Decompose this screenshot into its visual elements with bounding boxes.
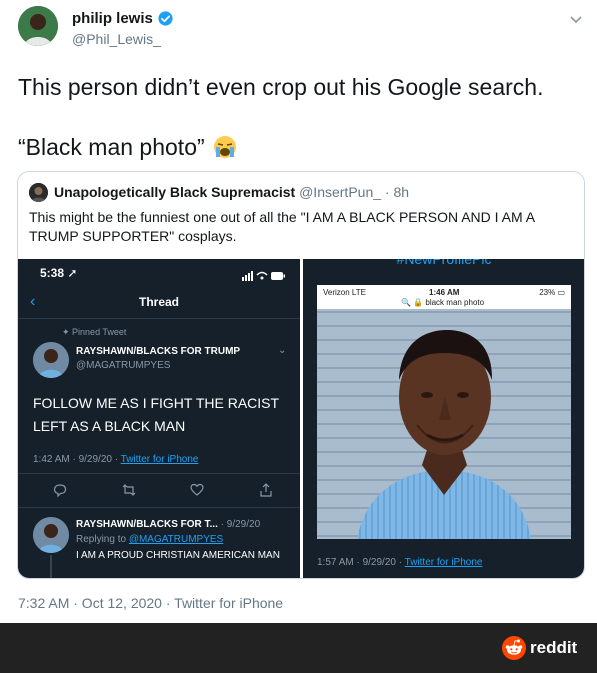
rayshawn-avatar bbox=[33, 342, 69, 378]
profile-pic-date: 1:57 AM · 9/29/20 · Twitter for iPhone bbox=[317, 557, 482, 568]
rayshawn-handle: @MAGATRUMPYES bbox=[76, 360, 171, 371]
heart-icon bbox=[190, 483, 204, 496]
status-time-text: 5:38 bbox=[40, 266, 65, 280]
thread-screenshot[interactable]: 5:38 ➚ ‹ Thread ✦ Pinned Tweet RAYSHAWN/… bbox=[18, 259, 300, 578]
reply-author-name: RAYSHAWN/BLACKS FOR T... bbox=[76, 519, 218, 530]
battery-text: 23% bbox=[539, 288, 556, 297]
tweet-line-1: This person didn’t even crop out his Goo… bbox=[18, 74, 544, 100]
author-name[interactable]: philip lewis bbox=[72, 10, 153, 27]
crying-face-icon bbox=[213, 136, 236, 158]
author-handle[interactable]: @Phil_Lewis_ bbox=[72, 31, 161, 47]
author-avatar[interactable] bbox=[18, 6, 58, 46]
chevron-down-icon[interactable] bbox=[569, 12, 583, 26]
battery: 23% ▭ bbox=[539, 288, 565, 297]
man-photo bbox=[317, 285, 571, 539]
reply-date: · 9/29/20 bbox=[217, 519, 261, 530]
pinned-label: ✦ Pinned Tweet bbox=[62, 327, 127, 337]
reply-text: I AM A PROUD CHRISTIAN AMERICAN MAN bbox=[76, 550, 280, 561]
tweet-line-2: “Black man photo” bbox=[18, 132, 578, 162]
rayshawn-tweet-date: 1:42 AM · 9/29/20 · Twitter for iPhone bbox=[33, 454, 198, 465]
quoted-author-row: Unapologetically Black Supremacist @Inse… bbox=[54, 184, 409, 200]
quoted-tweet-text: This might be the funniest one out of al… bbox=[29, 209, 535, 244]
reddit-wordmark: reddit bbox=[530, 638, 578, 657]
thread-line bbox=[50, 555, 52, 578]
author-name-row[interactable]: philip lewis bbox=[72, 10, 174, 27]
replying-handle: @MAGATRUMPYES bbox=[128, 534, 224, 545]
chevron-down-icon: ⌄ bbox=[278, 345, 287, 356]
replying-to: Replying to @MAGATRUMPYES bbox=[76, 534, 223, 545]
share-icon bbox=[260, 483, 272, 497]
reply-icon bbox=[53, 484, 67, 497]
replying-prefix: Replying to bbox=[76, 534, 129, 545]
search-query: black man photo bbox=[425, 298, 485, 307]
quoted-author-meta: @InsertPun_ · 8h bbox=[299, 184, 410, 200]
rayshawn-source: Twitter for iPhone bbox=[120, 454, 199, 465]
tweet-actions bbox=[53, 483, 273, 497]
quoted-author-name: Unapologetically Black Supremacist bbox=[54, 184, 296, 200]
status-time: 5:38 ➚ bbox=[40, 266, 78, 280]
carrier: Verizon LTE bbox=[323, 288, 366, 297]
tweet-timestamp[interactable]: 7:32 AM · Oct 12, 2020 · Twitter for iPh… bbox=[18, 595, 283, 611]
quoted-author-avatar bbox=[29, 183, 48, 202]
quoted-tweet[interactable]: Unapologetically Black Supremacist @Inse… bbox=[17, 171, 585, 579]
phone-screenshot: Verizon LTE 1:46 AM 23% ▭ 🔍 🔒 black man … bbox=[317, 285, 571, 539]
profile-pic-screenshot[interactable]: #NewProfilePic Verizon LTE 1:46 AM 23% ▭… bbox=[303, 259, 584, 578]
divider bbox=[18, 507, 300, 508]
rayshawn-tweet-text: FOLLOW ME AS I FIGHT THE RACIST LEFT AS … bbox=[33, 395, 279, 434]
tweet-line-2-text: “Black man photo” bbox=[18, 134, 205, 160]
retweet-icon bbox=[122, 484, 136, 496]
hashtag: #NewProfilePic bbox=[396, 259, 492, 267]
reply-avatar bbox=[33, 517, 69, 553]
profile-pic-source: Twitter for iPhone bbox=[404, 557, 483, 568]
tweet: philip lewis @Phil_Lewis_ This person di… bbox=[0, 0, 597, 623]
pinned-text: Pinned Tweet bbox=[72, 327, 127, 337]
reddit-logo-icon bbox=[502, 636, 526, 660]
profile-pic-date-text: 1:57 AM · 9/29/20 · bbox=[317, 557, 405, 568]
rayshawn-name: RAYSHAWN/BLACKS FOR TRUMP bbox=[76, 346, 241, 357]
search-bar: 🔍 🔒 black man photo bbox=[401, 298, 485, 307]
divider bbox=[18, 318, 300, 319]
phone-time: 1:46 AM bbox=[429, 288, 460, 297]
status-icons bbox=[242, 268, 286, 286]
reply-author: RAYSHAWN/BLACKS FOR T... · 9/29/20 bbox=[76, 519, 260, 530]
thread-title: Thread bbox=[138, 295, 179, 309]
rayshawn-date-text: 1:42 AM · 9/29/20 · bbox=[33, 454, 121, 465]
verified-badge-icon bbox=[158, 11, 173, 26]
divider bbox=[18, 473, 300, 474]
